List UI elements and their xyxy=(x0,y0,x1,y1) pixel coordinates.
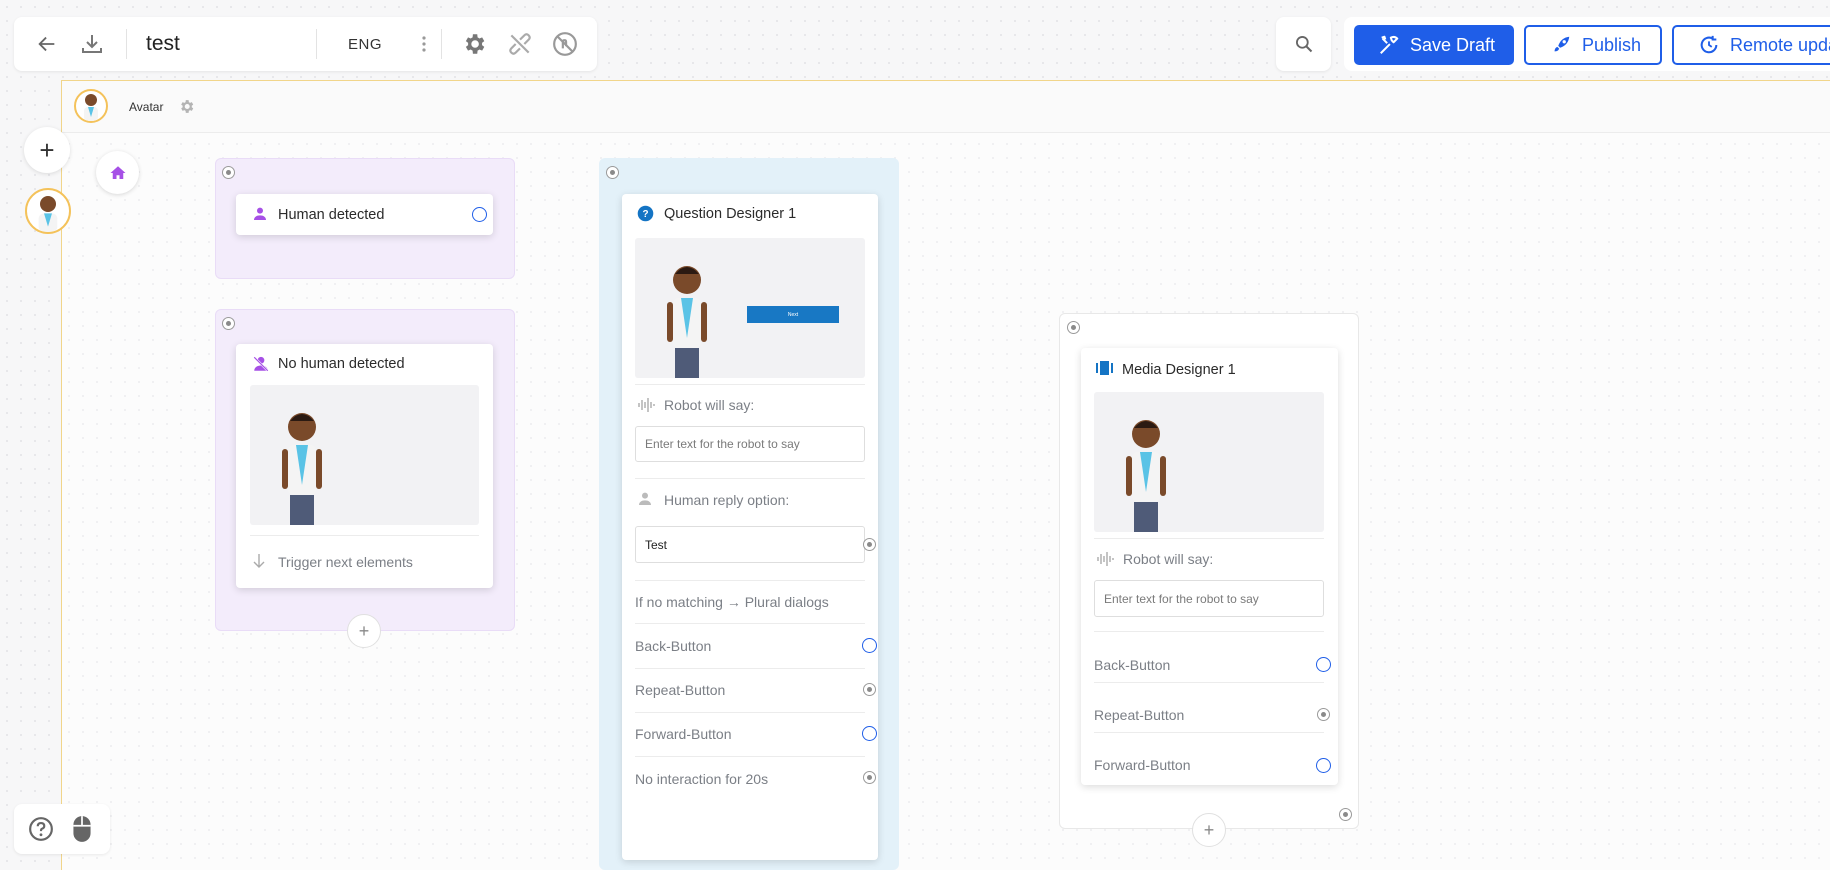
no-touch-icon xyxy=(553,32,577,56)
avatar-bar xyxy=(62,81,1830,133)
search-icon xyxy=(1295,36,1312,53)
media-preview xyxy=(1094,392,1324,532)
forward-button-label: Forward-Button xyxy=(1094,757,1191,773)
home-icon xyxy=(110,165,125,179)
human-reply-label: Human reply option: xyxy=(664,492,790,508)
input-port[interactable] xyxy=(222,166,235,179)
question-designer-card[interactable]: ? Question Designer 1 Next Robot will sa… xyxy=(622,194,878,860)
svg-text:?: ? xyxy=(642,209,648,220)
back-output-port[interactable] xyxy=(1316,657,1331,672)
robot-label: Robot will say: xyxy=(664,397,755,413)
media-designer-card[interactable]: Media Designer 1 Robot will say: Enter t… xyxy=(1081,348,1338,785)
robot-label: Robot will say: xyxy=(1123,551,1214,567)
forward-output-port[interactable] xyxy=(862,726,877,741)
refresh-icon xyxy=(1700,35,1718,54)
back-button-label: Back-Button xyxy=(1094,657,1171,673)
forward-output-port[interactable] xyxy=(1316,758,1331,773)
avatar-thumbnail[interactable] xyxy=(74,89,108,123)
repeat-button-label: Repeat-Button xyxy=(1094,707,1185,723)
tools-icon xyxy=(1380,35,1399,54)
avatar-name: Avatar xyxy=(129,100,164,114)
action-bar: Save Draft Publish Remote upda xyxy=(1344,17,1830,71)
arrow-left-icon xyxy=(38,36,55,52)
card-title: No human detected xyxy=(278,356,405,372)
add-element-button[interactable]: + xyxy=(24,127,70,173)
document-title[interactable]: test xyxy=(146,32,180,56)
human-detected-card[interactable]: Human detected xyxy=(236,194,493,235)
save-draft-button[interactable]: Save Draft xyxy=(1354,25,1514,65)
input-port[interactable] xyxy=(1067,321,1080,334)
person-icon xyxy=(254,207,266,220)
reply-output-port[interactable] xyxy=(863,538,876,551)
no-interaction-label: No interaction for 20s xyxy=(635,771,769,787)
sound-wave-icon xyxy=(1097,552,1114,566)
robot-text-input[interactable]: Enter text for the robot to say xyxy=(1094,580,1324,617)
top-toolbar: test ENG xyxy=(14,17,597,71)
group-output-port[interactable] xyxy=(1339,808,1352,821)
add-label: + xyxy=(39,135,55,165)
gear-icon xyxy=(465,34,485,54)
back-output-port[interactable] xyxy=(862,638,877,653)
sound-wave-icon xyxy=(638,398,655,412)
person-off-icon xyxy=(253,356,269,372)
forward-button-label: Forward-Button xyxy=(635,726,732,742)
remote-update-button[interactable]: Remote upda xyxy=(1672,25,1830,65)
avatar-settings-icon[interactable] xyxy=(178,98,195,120)
no-matching-label: If no matching → Plural dialogs xyxy=(635,594,829,610)
avatar-preview xyxy=(250,385,479,525)
card-title: Human detected xyxy=(278,207,385,223)
settings-button[interactable] xyxy=(460,30,488,58)
link-off-icon xyxy=(509,33,531,55)
vertical-dots-icon xyxy=(422,36,426,52)
mouse-icon xyxy=(73,816,91,842)
question-preview: Next xyxy=(635,238,865,378)
reply-option-input[interactable]: Test xyxy=(635,526,865,563)
no-human-card[interactable]: No human detected Trigger next elements xyxy=(236,344,493,588)
question-icon: ? xyxy=(637,205,654,222)
repeat-output-port[interactable] xyxy=(863,683,876,696)
help-panel xyxy=(14,804,110,854)
mouse-mode-button[interactable] xyxy=(70,814,94,849)
media-icon xyxy=(1096,361,1113,375)
unlink-button[interactable] xyxy=(506,30,534,58)
download-icon xyxy=(82,35,102,53)
search-button[interactable] xyxy=(1276,17,1331,71)
more-button[interactable] xyxy=(410,30,438,58)
help-button[interactable] xyxy=(28,816,54,847)
help-circle-icon xyxy=(29,817,53,841)
language-selector[interactable]: ENG xyxy=(348,36,382,53)
output-port[interactable] xyxy=(472,207,487,222)
no-interaction-output-port[interactable] xyxy=(863,771,876,784)
robot-text-input[interactable]: Enter text for the robot to say xyxy=(635,426,865,462)
back-button-label: Back-Button xyxy=(635,638,712,654)
repeat-output-port[interactable] xyxy=(1317,708,1330,721)
preview-button: Next xyxy=(747,306,839,323)
publish-button[interactable]: Publish xyxy=(1524,25,1662,65)
input-port[interactable] xyxy=(606,166,619,179)
repeat-button-label: Repeat-Button xyxy=(635,682,726,698)
arrow-down-icon xyxy=(253,554,265,568)
input-port[interactable] xyxy=(222,317,235,330)
add-to-group-button[interactable]: + xyxy=(347,614,381,648)
home-node[interactable] xyxy=(96,151,139,194)
back-button[interactable] xyxy=(33,30,61,58)
disable-touch-button[interactable] xyxy=(551,30,579,58)
card-title: Media Designer 1 xyxy=(1122,362,1236,378)
person-icon xyxy=(639,492,651,505)
avatar-rail-item[interactable] xyxy=(25,188,71,234)
card-title: Question Designer 1 xyxy=(664,206,797,222)
add-to-group-button[interactable]: + xyxy=(1192,813,1226,847)
trigger-label: Trigger next elements xyxy=(278,554,413,570)
download-button[interactable] xyxy=(78,30,106,58)
rocket-icon xyxy=(1554,36,1570,52)
